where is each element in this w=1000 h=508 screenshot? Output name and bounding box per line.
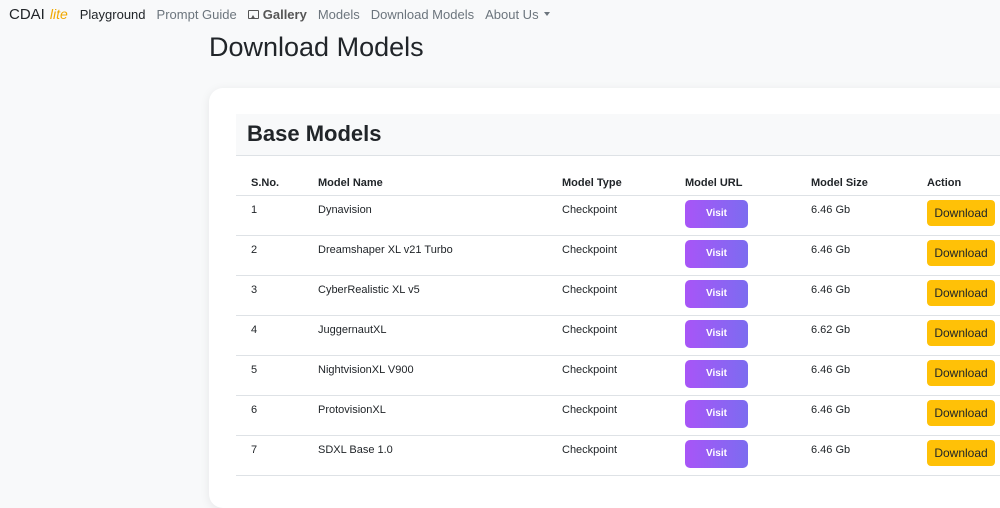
cell-model-name: Dreamshaper XL v21 Turbo [303,235,547,276]
card-header: Base Models [236,114,1000,156]
cell-model-size: 6.46 Gb [796,395,912,436]
cell-model-type: Checkpoint [547,355,670,396]
cell-model-url: Visit [670,315,796,356]
cell-action: Download [912,315,1000,356]
cell-sno: 4 [236,315,303,356]
cell-model-url: Visit [670,235,796,276]
cell-model-url: Visit [670,395,796,436]
top-navbar: CDAI lite Playground Prompt Guide Galler… [0,0,1000,28]
cell-model-name: ProtovisionXL [303,395,547,436]
cell-action: Download [912,195,1000,236]
download-button[interactable]: Download [927,239,995,266]
cell-model-size: 6.46 Gb [796,275,912,316]
nav-about-us-dropdown[interactable]: About Us [485,6,550,22]
cell-model-type: Checkpoint [547,195,670,236]
brand-name: CDAI [9,5,45,23]
col-header-model-url: Model URL [670,168,796,196]
table-row: 7 SDXL Base 1.0 Checkpoint Visit 6.46 Gb Down… [236,435,1000,476]
visit-button[interactable]: Visit [685,399,748,428]
table-row: 6 ProtovisionXL Checkpoint Visit 6.46 Gb Down… [236,395,1000,436]
cell-sno: 5 [236,355,303,396]
col-header-model-name: Model Name [303,168,547,196]
page-title: Download Models [209,32,424,62]
base-models-card: Base Models S.No. Model Name Model Type … [209,88,1000,508]
download-button[interactable]: Download [927,399,995,426]
nav-about-us-label: About Us [485,6,539,22]
col-header-action: Action [912,168,1000,196]
cell-sno: 2 [236,235,303,276]
cell-action: Download [912,275,1000,316]
download-button[interactable]: Download [927,359,995,386]
cell-model-url: Visit [670,355,796,396]
table-row: 3 CyberRealistic XL v5 Checkpoint Visit 6.46… [236,275,1000,316]
nav-models[interactable]: Models [318,7,360,22]
nav-gallery[interactable]: Gallery [247,6,307,22]
table-header-row: S.No. Model Name Model Type Model URL Mo… [236,168,1000,196]
cell-model-name: SDXL Base 1.0 [303,435,547,476]
table-row: 1 Dynavision Checkpoint Visit 6.46 Gb Downloa… [236,195,1000,236]
cell-action: Download [912,395,1000,436]
brand-suffix: lite [49,5,68,22]
cell-model-size: 6.46 Gb [796,355,912,396]
cell-model-url: Visit [670,195,796,236]
visit-button[interactable]: Visit [685,439,748,468]
col-header-model-size: Model Size [796,168,912,196]
nav-prompt-guide[interactable]: Prompt Guide [157,7,237,22]
cell-model-type: Checkpoint [547,275,670,316]
col-header-model-type: Model Type [547,168,670,196]
nav-gallery-label: Gallery [262,6,307,22]
models-table: S.No. Model Name Model Type Model URL Mo… [236,168,1000,476]
cell-action: Download [912,235,1000,276]
cell-model-name: Dynavision [303,195,547,236]
cell-sno: 6 [236,395,303,436]
download-button[interactable]: Download [927,199,995,226]
cell-action: Download [912,355,1000,396]
download-button[interactable]: Download [927,319,995,346]
nav-playground[interactable]: Playground [80,7,146,22]
caret-down-icon [543,12,550,16]
cell-model-name: NightvisionXL V900 [303,355,547,396]
download-button[interactable]: Download [927,279,995,306]
cell-model-type: Checkpoint [547,435,670,476]
cell-model-type: Checkpoint [547,395,670,436]
cell-model-size: 6.46 Gb [796,435,912,476]
cell-model-url: Visit [670,275,796,316]
section-title: Base Models [247,121,382,146]
visit-button[interactable]: Visit [685,359,748,388]
cell-model-url: Visit [670,435,796,476]
cell-model-name: CyberRealistic XL v5 [303,275,547,316]
brand-logo[interactable]: CDAI lite [9,6,68,23]
visit-button[interactable]: Visit [685,279,748,308]
table-row: 2 Dreamshaper XL v21 Turbo Checkpoint Visit… [236,235,1000,276]
cell-sno: 3 [236,275,303,316]
cell-model-size: 6.62 Gb [796,315,912,356]
cell-action: Download [912,435,1000,476]
col-header-sno: S.No. [236,168,303,196]
visit-button[interactable]: Visit [685,239,748,268]
image-icon [247,9,259,19]
cell-model-type: Checkpoint [547,235,670,276]
cell-model-type: Checkpoint [547,315,670,356]
table-row: 4 JuggernautXL Checkpoint Visit 6.62 Gb Downl… [236,315,1000,356]
cell-model-name: JuggernautXL [303,315,547,356]
visit-button[interactable]: Visit [685,199,748,228]
cell-model-size: 6.46 Gb [796,195,912,236]
nav-download-models[interactable]: Download Models [371,7,474,22]
download-button[interactable]: Download [927,439,995,466]
cell-sno: 7 [236,435,303,476]
visit-button[interactable]: Visit [685,319,748,348]
cell-sno: 1 [236,195,303,236]
table-row: 5 NightvisionXL V900 Checkpoint Visit 6.46 G… [236,355,1000,396]
cell-model-size: 6.46 Gb [796,235,912,276]
